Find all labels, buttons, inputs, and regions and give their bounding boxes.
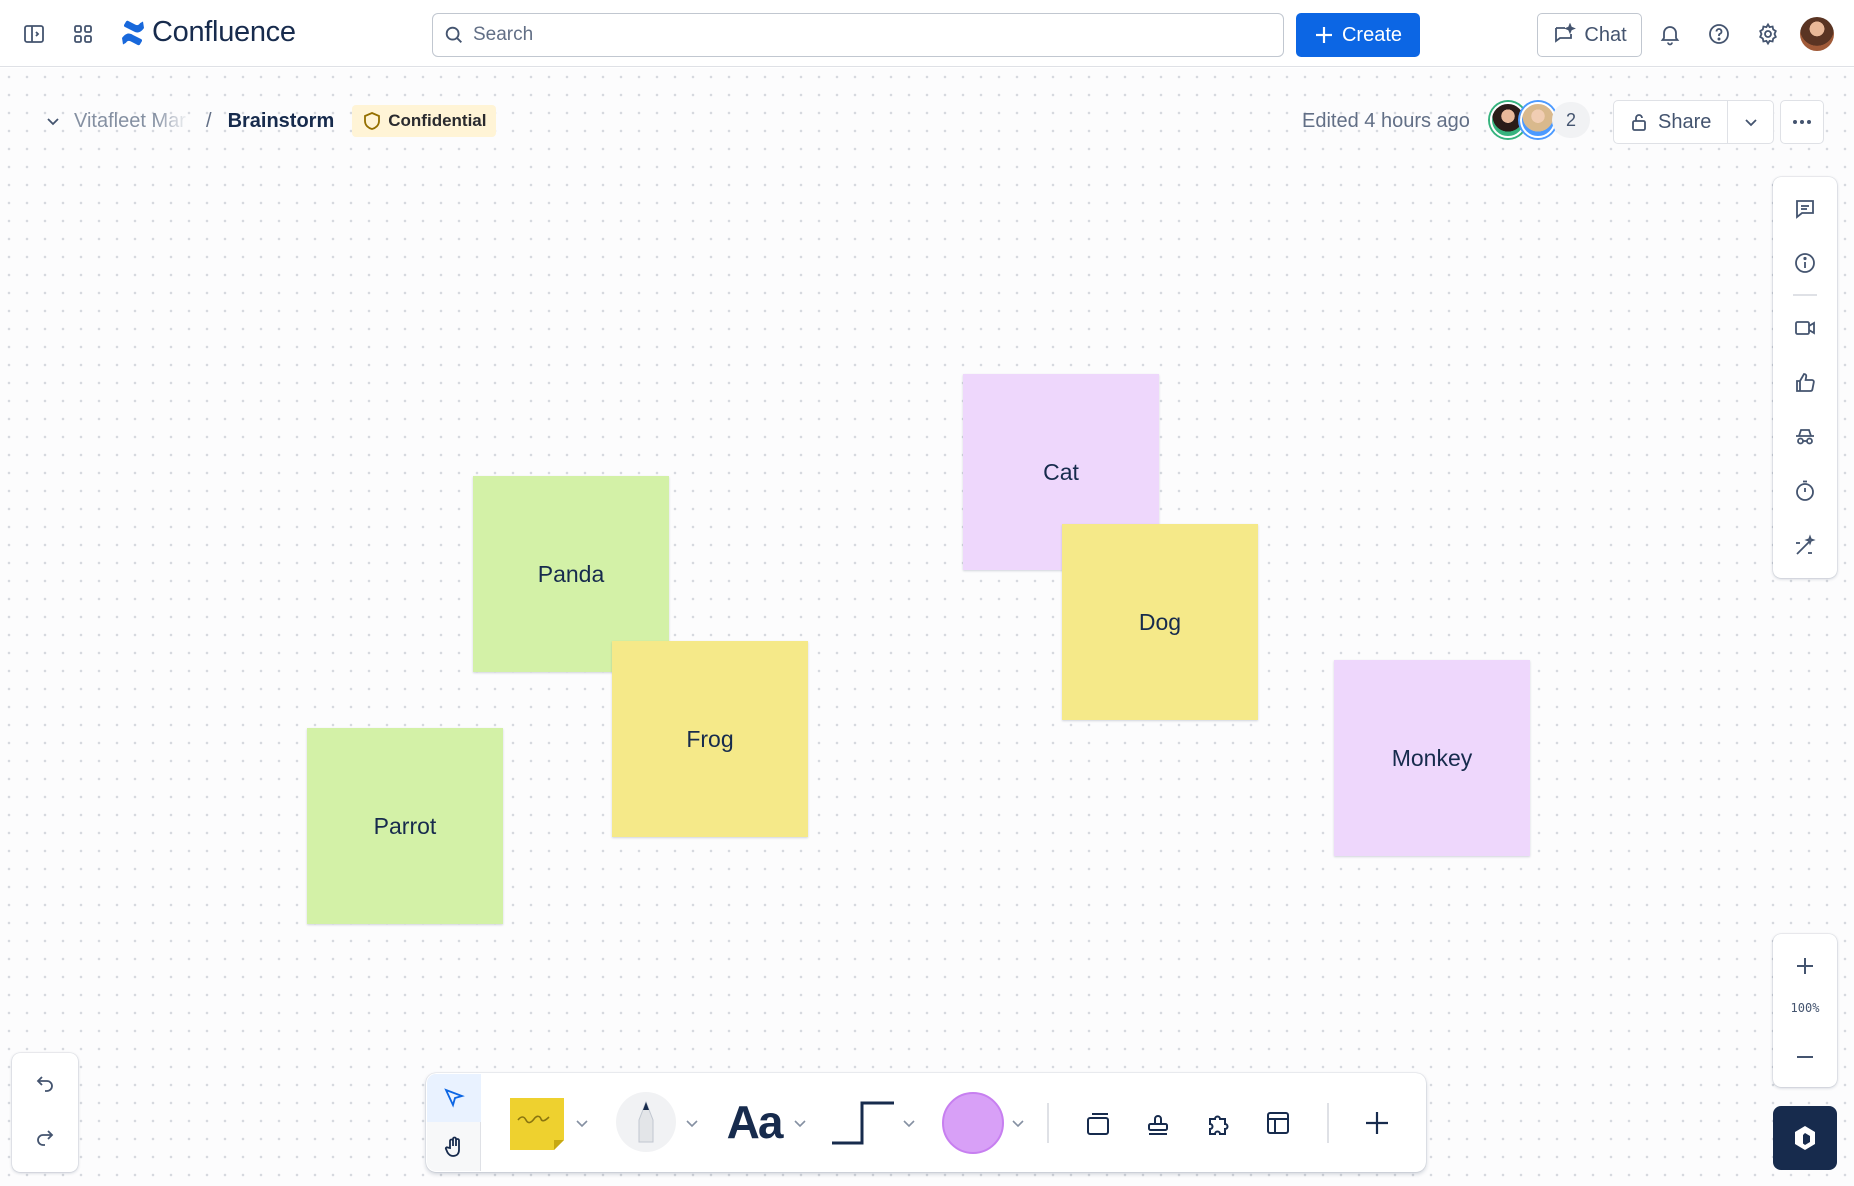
right-side-panel — [1773, 177, 1837, 578]
sticky-note-text: Monkey — [1391, 744, 1473, 771]
undo-icon[interactable] — [25, 1063, 65, 1103]
page-title[interactable]: Brainstorm — [228, 110, 335, 133]
confluence-logo[interactable]: Confluence — [120, 16, 296, 49]
sticky-chevron-down-icon[interactable] — [574, 1115, 590, 1131]
help-icon[interactable] — [1699, 14, 1739, 54]
incognito-icon[interactable] — [1785, 417, 1825, 457]
toolbar-divider — [1327, 1103, 1329, 1143]
search-bar[interactable] — [432, 13, 1284, 57]
comment-icon[interactable] — [1785, 189, 1825, 229]
text-icon[interactable]: Aa — [722, 1095, 786, 1149]
sticky-note-text: Parrot — [373, 812, 437, 839]
search-icon — [445, 26, 462, 43]
chat-button[interactable]: Chat — [1537, 13, 1642, 57]
notifications-bell-icon[interactable] — [1650, 14, 1690, 54]
frame-icon[interactable] — [1078, 1103, 1118, 1143]
create-label: Create — [1341, 23, 1403, 46]
collaborator-count[interactable]: 2 — [1552, 102, 1590, 138]
toolbar-divider — [1047, 1103, 1049, 1143]
whiteboard-canvas[interactable] — [0, 68, 1854, 1186]
more-actions-icon[interactable] — [1780, 100, 1824, 144]
sticky-note-text: Dog — [1138, 608, 1182, 635]
connector-chevron-down-icon[interactable] — [901, 1115, 917, 1131]
share-options-chevron-down-icon[interactable] — [1728, 101, 1773, 143]
classification-label: Confidential — [388, 111, 487, 130]
chat-sparkle-icon — [1555, 23, 1577, 43]
hand-icon[interactable] — [440, 1133, 468, 1161]
history-controls — [12, 1053, 78, 1172]
zoom-level[interactable]: 100% — [1773, 1001, 1837, 1015]
magic-wand-icon[interactable] — [1785, 526, 1825, 566]
pen-chevron-down-icon[interactable] — [684, 1115, 700, 1131]
creation-toolbar: Aa — [426, 1073, 1426, 1172]
breadcrumb-separator: / — [206, 109, 212, 132]
app-switcher-icon[interactable] — [63, 14, 103, 54]
select-icon[interactable] — [440, 1084, 468, 1112]
chevron-down-icon[interactable] — [44, 112, 62, 130]
breadcrumb: Vitafleet Mar / Brainstorm Confidential — [44, 105, 497, 137]
zoom-controls: 100% — [1773, 934, 1837, 1087]
sticky-note-text: Cat — [1043, 458, 1079, 485]
sticky-note[interactable]: Monkey — [1334, 660, 1530, 856]
top-navigation: Confluence Create Chat — [0, 0, 1854, 67]
rail-divider — [1793, 294, 1817, 296]
shape-icon[interactable] — [942, 1092, 1004, 1154]
zoom-in-plus-icon[interactable] — [1785, 946, 1825, 986]
plus-icon — [1315, 27, 1332, 43]
sidebar-toggle-icon[interactable] — [14, 14, 54, 54]
zoom-out-minus-icon[interactable] — [1785, 1037, 1825, 1077]
collaborator-avatar[interactable] — [1520, 102, 1556, 138]
last-edited-text[interactable]: Edited 4 hours ago — [1302, 110, 1470, 133]
video-icon[interactable] — [1785, 308, 1825, 348]
share-label: Share — [1658, 110, 1712, 133]
sticky-note[interactable]: Dog — [1062, 524, 1258, 720]
share-button-group: Share — [1613, 100, 1774, 144]
shape-chevron-down-icon[interactable] — [1010, 1115, 1026, 1131]
sticky-note[interactable]: Frog — [612, 641, 808, 837]
pen-icon[interactable] — [616, 1092, 676, 1152]
collaborators[interactable]: 2 — [1490, 102, 1590, 138]
like-icon[interactable] — [1785, 363, 1825, 403]
plus-icon[interactable] — [1357, 1103, 1397, 1143]
shield-icon — [364, 112, 381, 130]
search-input[interactable] — [473, 24, 1253, 46]
redo-icon[interactable] — [25, 1117, 65, 1157]
connector-icon[interactable] — [830, 1099, 896, 1147]
timer-icon[interactable] — [1785, 471, 1825, 511]
text-chevron-down-icon[interactable] — [792, 1115, 808, 1131]
settings-gear-icon[interactable] — [1748, 14, 1788, 54]
breadcrumb-space-link[interactable]: Vitafleet Mar — [74, 110, 190, 133]
sticky-note-text: Frog — [686, 725, 734, 752]
puzzle-icon[interactable] — [1198, 1103, 1238, 1143]
sticky-note-icon[interactable] — [508, 1094, 566, 1152]
chat-label: Chat — [1584, 23, 1627, 46]
create-button[interactable]: Create — [1296, 13, 1420, 57]
stamp-icon[interactable] — [1138, 1103, 1178, 1143]
unlock-icon — [1632, 114, 1646, 131]
mode-switcher — [427, 1074, 481, 1171]
user-avatar[interactable] — [1800, 17, 1834, 51]
app-name: Confluence — [152, 16, 296, 48]
rovo-assistant-icon[interactable] — [1773, 1106, 1837, 1170]
classification-badge[interactable]: Confidential — [352, 105, 497, 137]
confluence-logo-icon — [122, 20, 144, 45]
share-button[interactable]: Share — [1614, 101, 1729, 143]
sticky-note-text: Panda — [537, 560, 605, 587]
template-icon[interactable] — [1258, 1103, 1298, 1143]
sticky-note[interactable]: Parrot — [307, 728, 503, 924]
info-icon[interactable] — [1785, 243, 1825, 283]
